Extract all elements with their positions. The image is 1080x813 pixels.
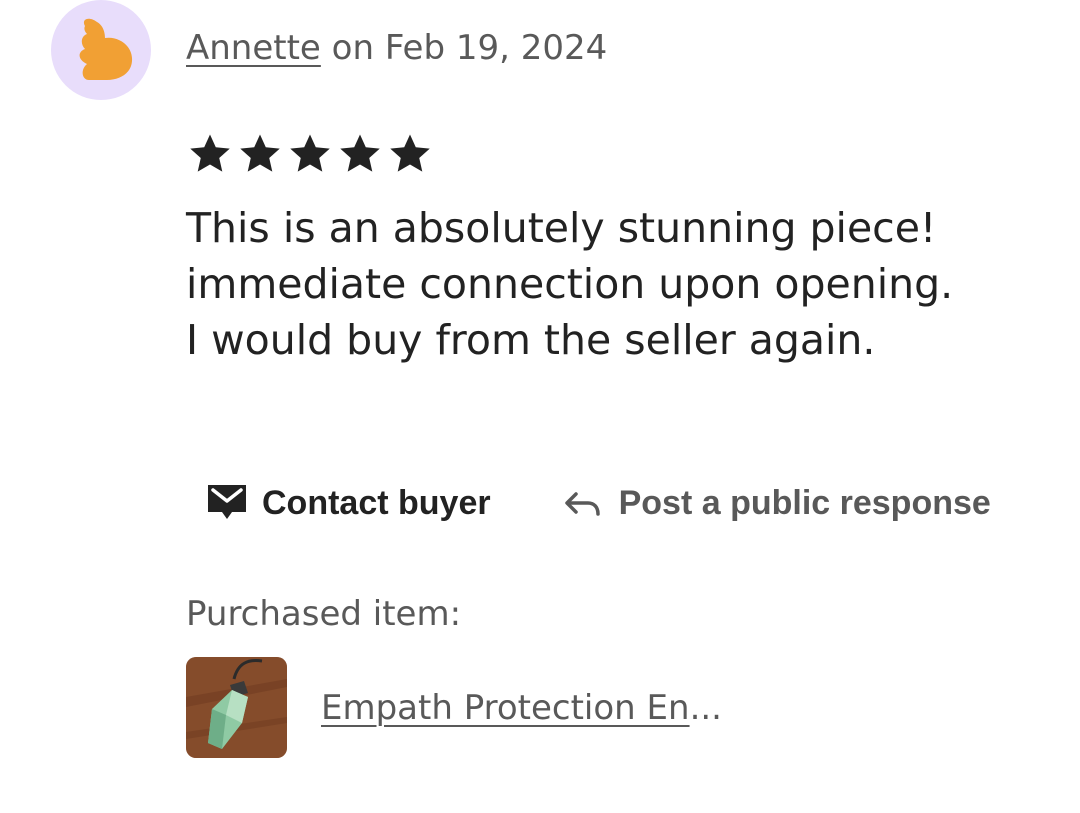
purchased-item-thumbnail[interactable] — [186, 657, 287, 758]
reviewer-name-link[interactable]: Annette — [186, 28, 321, 68]
contact-buyer-label: Contact buyer — [262, 483, 491, 522]
star-icon — [290, 134, 330, 172]
review-text-line: This is an absolutely stunning piece! — [186, 204, 937, 252]
purchased-item-title: Empath Protection En — [321, 688, 690, 728]
post-public-response-label: Post a public response — [618, 483, 991, 522]
contact-buyer-button[interactable]: Contact buyer — [206, 483, 491, 523]
review-actions: Contact buyer Post a public response — [206, 480, 991, 526]
review-text-line: immediate connection upon opening. — [186, 260, 954, 308]
reviewer-avatar[interactable] — [51, 0, 151, 100]
purchased-item-label: Purchased item: — [186, 594, 462, 634]
hand-avatar-icon — [79, 18, 133, 80]
star-icon — [190, 134, 230, 172]
envelope-icon — [206, 483, 248, 523]
star-icon — [340, 134, 380, 172]
post-public-response-button[interactable]: Post a public response — [563, 484, 991, 523]
star-rating — [186, 131, 434, 177]
star-icon — [390, 134, 430, 172]
purchased-item-ellipsis: ... — [689, 688, 722, 728]
review-text: This is an absolutely stunning piece! im… — [186, 200, 1066, 368]
review-text-line: I would buy from the seller again. — [186, 316, 876, 364]
star-icon — [240, 134, 280, 172]
purchased-item-link[interactable]: Empath Protection En... — [321, 686, 722, 730]
reply-arrow-icon — [563, 487, 603, 519]
review-meta: Annette on Feb 19, 2024 — [186, 26, 607, 70]
review-date: on Feb 19, 2024 — [320, 28, 608, 68]
